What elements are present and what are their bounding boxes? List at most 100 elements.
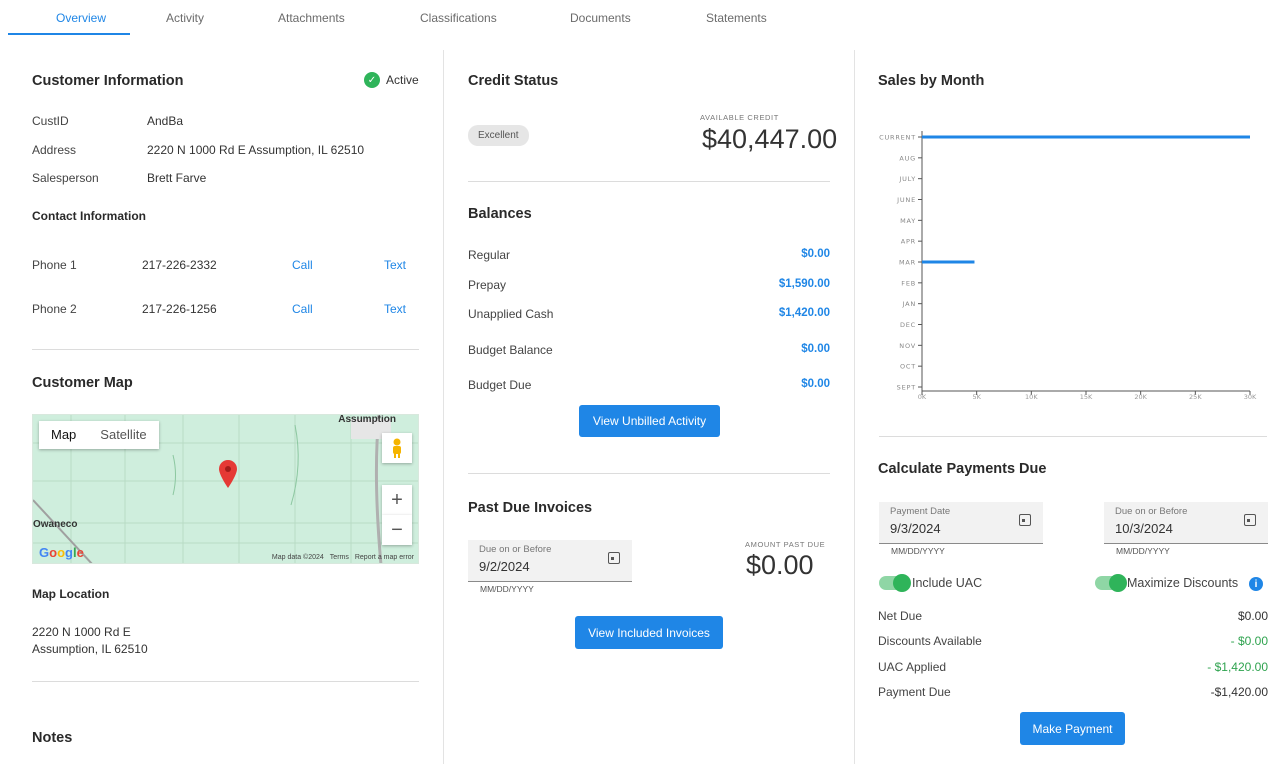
date-format-hint: MM/DD/YYYY — [1116, 546, 1170, 556]
balance-prepay-label: Prepay — [468, 278, 507, 292]
calendar-icon[interactable] — [1244, 514, 1256, 526]
payment-due-value: -$1,420.00 — [1210, 685, 1268, 699]
map-terms-link[interactable]: Terms — [330, 554, 349, 561]
zoom-out-button[interactable]: − — [382, 515, 412, 545]
phone2-text-link[interactable]: Text — [384, 302, 406, 316]
info-icon[interactable]: i — [1249, 577, 1263, 591]
past-due-date-field[interactable]: Due on or Before 9/2/2024 — [468, 540, 632, 582]
chart-x-tick-label: 5K — [972, 393, 981, 401]
net-due-value: $0.00 — [1237, 609, 1268, 623]
date-format-hint: MM/DD/YYYY — [480, 584, 534, 594]
balance-unapplied-label: Unapplied Cash — [468, 307, 554, 321]
map-town-label: Owaneco — [33, 519, 78, 530]
balance-budget-label: Budget Balance — [468, 343, 553, 357]
column-divider — [854, 50, 855, 764]
chart-x-tick-label: 15K — [1080, 393, 1093, 401]
amount-past-due-value: $0.00 — [746, 550, 814, 580]
check-circle-icon: ✓ — [364, 72, 380, 88]
due-date-label: Due on or Before — [1115, 506, 1188, 517]
divider — [32, 681, 419, 682]
map-tab-satellite[interactable]: Satellite — [88, 421, 158, 449]
past-due-title: Past Due Invoices — [468, 500, 593, 516]
map-report-link[interactable]: Report a map error — [355, 554, 414, 561]
chart-y-tick-label: FEB — [901, 279, 916, 287]
payments-title: Calculate Payments Due — [878, 461, 1047, 477]
map-tab-map[interactable]: Map — [39, 421, 88, 449]
past-due-date-value: 9/2/2024 — [479, 559, 530, 574]
maximize-discounts-toggle[interactable] — [1095, 574, 1127, 592]
payment-date-label: Payment Date — [890, 506, 951, 517]
map-location-line1: 2220 N 1000 Rd E — [32, 625, 131, 639]
salesperson-label: Salesperson — [32, 171, 99, 185]
available-credit-label: AVAILABLE CREDIT — [700, 113, 779, 122]
divider — [468, 181, 830, 182]
phone1-call-link[interactable]: Call — [292, 258, 313, 272]
chart-y-tick-label: JAN — [901, 300, 916, 308]
available-credit-value: $40,447.00 — [702, 124, 838, 154]
pegman-icon[interactable] — [382, 433, 412, 463]
custid-label: CustID — [32, 114, 69, 128]
divider — [879, 436, 1267, 437]
balances-title: Balances — [468, 206, 532, 222]
credit-rating-badge: Excellent — [468, 125, 529, 146]
payment-date-value: 9/3/2024 — [890, 521, 941, 536]
tab-classifications[interactable]: Classifications — [420, 11, 497, 25]
balance-unapplied-value: $1,420.00 — [778, 307, 830, 319]
customer-map-title: Customer Map — [32, 375, 133, 391]
map-marker-icon[interactable] — [218, 459, 238, 489]
map-location-title: Map Location — [32, 587, 110, 601]
chart-y-tick-label: OCT — [900, 363, 916, 371]
tab-statements[interactable]: Statements — [706, 11, 767, 25]
chart-y-tick-label: AUG — [899, 154, 916, 162]
phone1-text-link[interactable]: Text — [384, 258, 406, 272]
chart-x-tick-label: 20K — [1134, 393, 1147, 401]
due-date-value: 10/3/2024 — [1115, 521, 1173, 536]
balance-prepay-value: $1,590.00 — [778, 278, 830, 290]
chart-y-tick-label: MAR — [899, 259, 916, 267]
amount-past-due-label: AMOUNT PAST DUE — [745, 540, 826, 549]
due-date-field[interactable]: Due on or Before 10/3/2024 — [1104, 502, 1268, 544]
customer-map[interactable]: Map Satellite Assumption Owaneco + − Goo… — [32, 414, 419, 564]
balance-budget-due-value: $0.00 — [801, 378, 830, 390]
sales-chart: CURRENT AUG JULY JUNE MAY APR MAR FEB JAN DEC NOV O… — [879, 131, 1257, 401]
phone1-number: 217-226-2332 — [142, 258, 217, 272]
payment-due-label: Payment Due — [878, 685, 951, 699]
notes-title: Notes — [32, 730, 73, 746]
map-type-toggle: Map Satellite — [39, 421, 159, 449]
include-uac-toggle[interactable] — [879, 574, 911, 592]
chart-x-tick-label: 0K — [918, 393, 927, 401]
tab-documents[interactable]: Documents — [570, 11, 631, 25]
chart-y-tick-label: SEPT — [897, 384, 916, 392]
tab-bar: Overview Activity Attachments Classifica… — [8, 0, 1268, 36]
uac-applied-label: UAC Applied — [878, 660, 947, 674]
tab-overview[interactable]: Overview — [56, 11, 106, 25]
phone2-call-link[interactable]: Call — [292, 302, 313, 316]
view-included-invoices-button[interactable]: View Included Invoices — [575, 616, 723, 649]
maximize-discounts-label: Maximize Discounts — [1127, 576, 1239, 590]
customer-info-title: Customer Information — [32, 73, 184, 89]
chart-y-tick-label: CURRENT — [879, 134, 916, 142]
address-value: 2220 N 1000 Rd E Assumption, IL 62510 — [147, 143, 365, 157]
view-unbilled-activity-button[interactable]: View Unbilled Activity — [579, 405, 720, 437]
include-uac-label: Include UAC — [912, 576, 983, 590]
tab-activity[interactable]: Activity — [166, 11, 204, 25]
balance-budget-value: $0.00 — [801, 343, 830, 355]
payment-date-field[interactable]: Payment Date 9/3/2024 — [879, 502, 1043, 544]
chart-y-tick-label: APR — [901, 238, 916, 246]
google-logo: Google — [39, 545, 84, 560]
salesperson-value: Brett Farve — [147, 171, 207, 185]
zoom-in-button[interactable]: + — [382, 485, 412, 515]
chart-x-tick-label: 30K — [1244, 393, 1257, 401]
divider — [32, 349, 419, 350]
phone1-label: Phone 1 — [32, 258, 77, 272]
calendar-icon[interactable] — [1019, 514, 1031, 526]
tab-attachments[interactable]: Attachments — [278, 11, 345, 25]
make-payment-button[interactable]: Make Payment — [1020, 712, 1125, 745]
discounts-available-label: Discounts Available — [878, 634, 982, 648]
map-town-label: Assumption — [338, 414, 396, 425]
chart-x-tick-label: 25K — [1189, 393, 1202, 401]
calendar-icon[interactable] — [608, 552, 620, 564]
past-due-date-label: Due on or Before — [479, 544, 552, 555]
discounts-available-value: - $0.00 — [1230, 634, 1268, 648]
credit-status-title: Credit Status — [468, 73, 559, 89]
